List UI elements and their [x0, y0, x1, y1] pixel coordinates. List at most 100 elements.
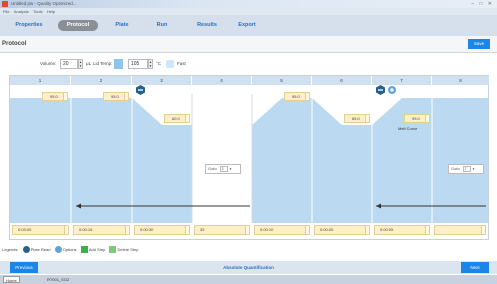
cycles-step-4[interactable]: 39	[194, 225, 250, 235]
time-step-3-stepper[interactable]	[185, 226, 189, 234]
taskbar: Home RT001_SG2	[0, 275, 497, 284]
temp-step-3[interactable]: 60.0	[164, 114, 190, 123]
options-gear-icon[interactable]	[387, 85, 397, 95]
tab-results[interactable]: Results	[190, 20, 224, 31]
time-step-5[interactable]: 0:00:10	[254, 225, 310, 235]
protocol-graph: 1 2 3 4 5 6 7 8 95.0 95.0 60.0 95.0 65.0…	[9, 75, 490, 240]
lid-temp-unit: °C	[156, 61, 162, 66]
temp-step-5-stepper[interactable]	[305, 93, 309, 100]
experiment-type-label: Absolute Quantification	[223, 265, 274, 270]
time-step-2[interactable]: 0:00:15	[73, 225, 130, 235]
temp-step-7[interactable]: 95.0	[404, 114, 430, 123]
temp-step-5[interactable]: 95.0	[284, 92, 310, 101]
menu-item-tools[interactable]: Tools	[33, 9, 42, 14]
menu-item-help[interactable]: Help	[47, 9, 55, 14]
chevron-down-icon: ▾	[472, 167, 475, 171]
goto-select-step-8[interactable]: 7	[462, 165, 471, 172]
time-step-3[interactable]: 0:00:30	[134, 225, 190, 235]
main-tabs: Properties Protocol Plate Run Results Ex…	[0, 15, 497, 36]
page-title: Protocol	[2, 41, 27, 47]
menu-item-file[interactable]: File	[3, 9, 9, 14]
melt-curve-label: Melt Curve	[398, 126, 418, 131]
lid-heat-icon[interactable]	[114, 59, 123, 69]
temp-step-3-stepper[interactable]	[185, 115, 189, 122]
fast-checkbox[interactable]	[166, 60, 174, 68]
step-header-8: 8	[432, 76, 490, 85]
taskbar-file-tab[interactable]: RT001_SG2	[45, 276, 71, 283]
time-step-7[interactable]: 0:00:05	[374, 225, 430, 235]
temp-step-6-stepper[interactable]	[365, 115, 369, 122]
temp-step-6[interactable]: 65.0	[344, 114, 370, 123]
step-header-7: 7	[372, 76, 432, 85]
temp-step-1-stepper[interactable]	[63, 93, 67, 100]
lid-temp-input[interactable]: 105	[128, 59, 148, 69]
temp-step-6-value: 65.0	[352, 116, 360, 121]
legend-plate-read: Plate Read	[30, 247, 51, 252]
temp-step-2-stepper[interactable]	[124, 93, 128, 100]
step-header-6: 6	[312, 76, 372, 85]
chevron-down-icon: ▾	[229, 167, 232, 171]
time-step-5-stepper[interactable]	[305, 226, 309, 234]
temp-step-7-value: 95.0	[412, 116, 420, 121]
protocol-header: Protocol Save	[0, 36, 497, 53]
app-icon	[2, 1, 8, 7]
temp-step-1[interactable]: 95.0	[42, 92, 68, 101]
tab-protocol[interactable]: Protocol	[58, 20, 98, 31]
tab-properties[interactable]: Properties	[8, 20, 50, 31]
step-header-3: 3	[132, 76, 192, 85]
menu-bar: File Analysis Tools Help	[0, 8, 497, 15]
temp-step-2[interactable]: 95.0	[103, 92, 129, 101]
volume-input[interactable]: 20	[60, 59, 78, 69]
step-header-2: 2	[71, 76, 132, 85]
legend: Legends: Plate Read Options Add Step Del…	[2, 246, 141, 255]
tab-plate[interactable]: Plate	[108, 20, 136, 31]
legend-delete-step: Delete Step	[117, 247, 139, 252]
protocol-options: Volume: 20 ▲ ▼ μL Lid Temp: 105 ▲ ▼ °C Fas…	[0, 58, 497, 71]
goto-label-step-4: Goto	[208, 166, 217, 171]
goto-control-step-4[interactable]: Goto 2 ▾	[205, 164, 241, 174]
plate-read-icon[interactable]	[136, 85, 145, 95]
volume-stepper[interactable]: ▲ ▼	[78, 59, 83, 69]
time-step-1-value: 0:03:00	[18, 227, 32, 232]
taskbar-home[interactable]: Home	[3, 276, 20, 283]
cycles-step-4-value: 39	[200, 227, 205, 232]
lid-temp-label: Lid Temp:	[93, 61, 113, 66]
fast-label: Fast	[177, 61, 186, 66]
delete-step-icon	[109, 246, 117, 253]
cycles-step-4-stepper[interactable]	[245, 226, 249, 234]
plate-read-icon[interactable]	[376, 85, 385, 95]
legend-add-step: Add Step	[88, 247, 106, 252]
time-step-2-stepper[interactable]	[125, 226, 129, 234]
lid-temp-stepper[interactable]: ▲ ▼	[148, 59, 153, 69]
menu-item-analysis[interactable]: Analysis	[14, 9, 29, 14]
next-button[interactable]: Next	[461, 262, 489, 273]
temperature-profile	[10, 94, 488, 223]
legend-label: Legends:	[2, 247, 19, 252]
step-header-4: 4	[192, 76, 252, 85]
time-step-7-stepper[interactable]	[425, 226, 429, 234]
time-step-8-stepper[interactable]	[481, 226, 485, 234]
temp-step-3-value: 60.0	[172, 116, 180, 121]
title-bar: Untitled.pw - Quality Optimized... – □ ✕	[0, 0, 497, 8]
save-button[interactable]: Save	[468, 39, 490, 49]
time-step-2-value: 0:00:15	[79, 227, 93, 232]
wizard-footer: Previous Absolute Quantification Next	[0, 261, 497, 274]
time-step-6-stepper[interactable]	[365, 226, 369, 234]
window-controls[interactable]: – □ ✕	[471, 1, 494, 7]
temp-step-2-value: 95.0	[111, 94, 119, 99]
goto-control-step-8[interactable]: Goto 7 ▾	[448, 164, 484, 174]
volume-label: Volume:	[40, 61, 57, 66]
goto-select-step-4[interactable]: 2	[219, 165, 228, 172]
temp-step-7-stepper[interactable]	[425, 115, 429, 122]
time-step-6[interactable]: 0:00:05	[314, 225, 370, 235]
plate-read-icon	[22, 246, 30, 253]
time-step-3-value: 0:00:30	[140, 227, 154, 232]
time-step-1[interactable]: 0:03:00	[12, 225, 69, 235]
temp-step-5-value: 95.0	[292, 94, 300, 99]
tab-export[interactable]: Export	[232, 20, 262, 31]
time-step-8[interactable]	[434, 225, 486, 235]
step-header-1: 1	[10, 76, 71, 85]
time-step-1-stepper[interactable]	[64, 226, 68, 234]
goto-label-step-8: Goto	[451, 166, 460, 171]
tab-run[interactable]: Run	[150, 20, 174, 31]
